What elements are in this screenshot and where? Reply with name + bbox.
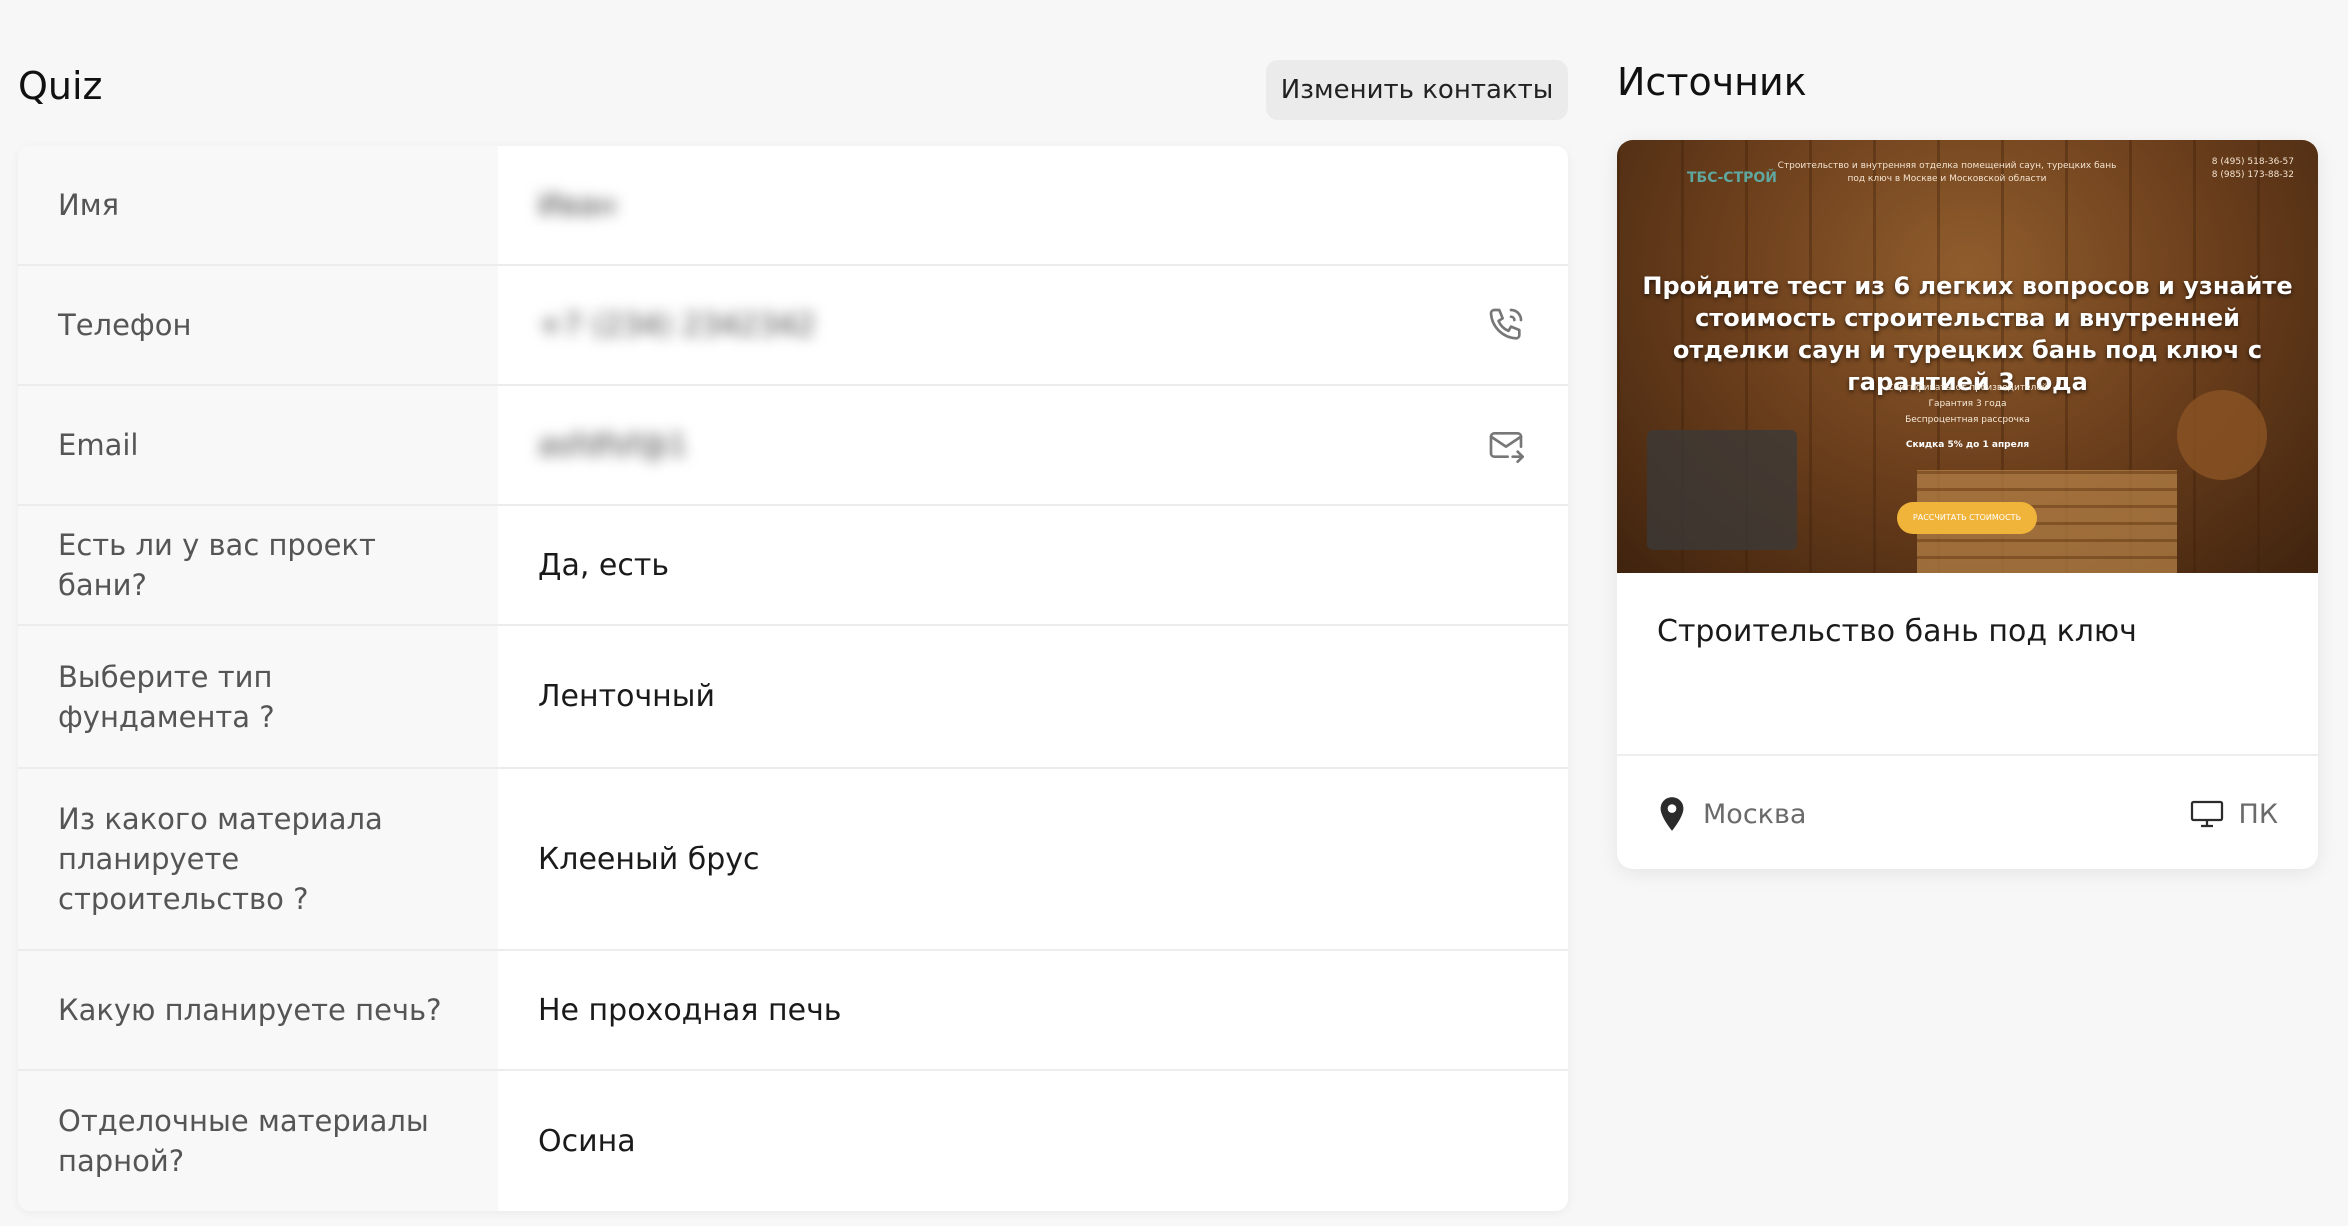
location-text: Москва	[1703, 798, 1807, 830]
preview-bullet: Сертификаты от производителей	[1887, 383, 2048, 393]
quiz-row-finishing: Отделочные материалы парной? Осина	[18, 1071, 1568, 1211]
row-label: Email	[18, 386, 498, 504]
quiz-row-foundation: Выберите тип фундамента ? Ленточный	[18, 626, 1568, 769]
preview-cta-button: РАССЧИТАТЬ СТОИМОСТЬ	[1897, 502, 2037, 534]
name-value: Иван	[538, 187, 617, 223]
page-title: Quiz	[18, 64, 103, 108]
row-value: Ленточный	[538, 679, 715, 714]
monitor-icon	[2190, 800, 2223, 828]
preview-discount: Скидка 5% до 1 апреля	[1905, 440, 2030, 450]
edit-contacts-button[interactable]: Изменить контакты	[1266, 60, 1568, 120]
phone-icon[interactable]	[1486, 305, 1526, 345]
device-text: ПК	[2238, 798, 2278, 830]
row-value: +7 (234) 2342342	[498, 266, 1568, 384]
mail-icon[interactable]	[1486, 425, 1526, 465]
row-label: Телефон	[18, 266, 498, 384]
row-label: Выберите тип фундамента ?	[18, 626, 498, 767]
preview-bullets: Сертификаты от производителей Гарантия 3…	[1617, 380, 2318, 428]
quiz-answers-table: Имя Иван Телефон +7 (234) 2342342 Email …	[18, 146, 1568, 1211]
source-card[interactable]: ТБС-СТРОЙ Строительство и внутренняя отд…	[1617, 140, 2318, 869]
row-value: Осина	[538, 1123, 636, 1159]
row-value: Да, есть	[538, 547, 670, 583]
location: Москва	[1657, 792, 1806, 836]
preview-topline: Строительство и внутренняя отделка помещ…	[1777, 161, 2117, 184]
preview-headline: Пройдите тест из 6 легких вопросов и узн…	[1642, 272, 2293, 396]
device: ПК	[2189, 792, 2278, 836]
preview-logo: ТБС-СТРОЙ	[1687, 170, 1778, 186]
row-value: asfdfsf@1	[498, 386, 1568, 504]
row-label: Отделочные материалы парной?	[18, 1071, 498, 1211]
quiz-row-name: Имя Иван	[18, 146, 1568, 266]
row-label: Есть ли у вас проект бани?	[18, 506, 498, 624]
source-title: Источник	[1617, 60, 1807, 104]
divider	[1617, 754, 2318, 756]
row-label: Из какого материала планируете строитель…	[18, 769, 498, 949]
quiz-row-phone: Телефон +7 (234) 2342342	[18, 266, 1568, 386]
preview-phone: 8 (985) 173-88-32	[2211, 170, 2294, 180]
preview-phones: 8 (495) 518-36-57 8 (985) 173-88-32	[2212, 156, 2294, 182]
location-pin-icon	[1660, 797, 1684, 831]
row-value: Иван	[498, 146, 1568, 264]
source-name: Строительство бань под ключ	[1657, 614, 2137, 649]
email-value: asfdfsf@1	[538, 427, 688, 463]
quiz-row-material: Из какого материала планируете строитель…	[18, 769, 1568, 951]
phone-value: +7 (234) 2342342	[538, 307, 816, 343]
preview-phone: 8 (495) 518-36-57	[2211, 157, 2294, 167]
preview-bullet: Гарантия 3 года	[1928, 399, 2007, 409]
row-value: Не проходная печь	[538, 992, 842, 1028]
row-label: Какую планируете печь?	[18, 951, 498, 1069]
landing-preview-image[interactable]: ТБС-СТРОЙ Строительство и внутренняя отд…	[1617, 140, 2318, 573]
quiz-row-project: Есть ли у вас проект бани? Да, есть	[18, 506, 1568, 626]
quiz-row-email: Email asfdfsf@1	[18, 386, 1568, 506]
quiz-row-stove: Какую планируете печь? Не проходная печь	[18, 951, 1568, 1071]
preview-bullet: Беспроцентная рассрочка	[1905, 415, 2030, 425]
row-value: Клееный брус	[538, 841, 760, 877]
row-label: Имя	[18, 146, 498, 264]
